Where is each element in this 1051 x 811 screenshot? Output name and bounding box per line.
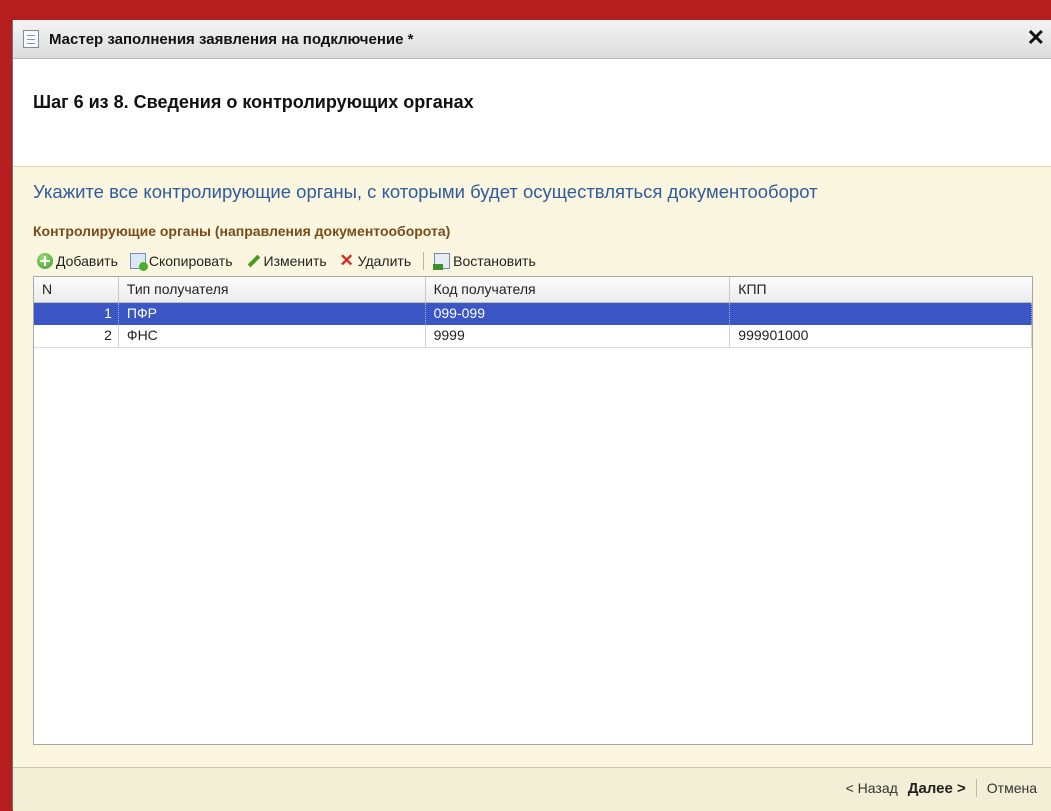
edit-button[interactable]: Изменить (245, 253, 327, 269)
column-header-n[interactable]: N (34, 277, 119, 302)
copy-icon (129, 253, 148, 271)
wizard-content: Укажите все контролирующие органы, с кот… (13, 167, 1051, 811)
instruction-text: Укажите все контролирующие органы, с кот… (33, 181, 818, 202)
group-title: Контролирующие органы (направления докум… (33, 223, 451, 239)
wizard-window: Мастер заполнения заявления на подключен… (12, 20, 1051, 811)
authorities-table[interactable]: N Тип получателя Код получателя КПП 1 ПФ… (33, 276, 1033, 745)
column-header-recipient-type[interactable]: Тип получателя (119, 277, 426, 302)
table-row[interactable]: 1 ПФР 099-099 (34, 303, 1032, 325)
add-icon (37, 253, 53, 269)
back-button[interactable]: < Назад (846, 780, 898, 796)
copy-label: Скопировать (148, 253, 233, 269)
add-label: Добавить (56, 253, 118, 269)
cell-recipient-code: 9999 (426, 325, 731, 347)
table-toolbar: Добавить Скопировать Изменить ✕ Удалить … (37, 247, 548, 275)
cell-recipient-type: ПФР (119, 303, 426, 325)
wizard-footer: < Назад Далее > Отмена (13, 767, 1051, 811)
toolbar-separator (423, 252, 425, 270)
window-title: Мастер заполнения заявления на подключен… (49, 30, 414, 48)
cell-recipient-code: 099-099 (426, 303, 731, 325)
pencil-icon (245, 253, 261, 269)
cell-kpp (730, 303, 1032, 325)
delete-button[interactable]: ✕ Удалить (339, 251, 412, 270)
cell-recipient-type: ФНС (119, 325, 426, 347)
delete-label: Удалить (357, 253, 412, 269)
restore-icon (433, 253, 451, 270)
table-row[interactable]: 2 ФНС 9999 999901000 (34, 325, 1032, 348)
restore-button[interactable]: Востановить (433, 253, 536, 270)
cell-kpp: 999901000 (730, 325, 1032, 347)
cell-n: 1 (34, 303, 119, 325)
table-header: N Тип получателя Код получателя КПП (34, 277, 1032, 303)
cell-n: 2 (34, 325, 119, 347)
edit-label: Изменить (263, 253, 327, 269)
title-bar: Мастер заполнения заявления на подключен… (13, 20, 1051, 59)
cancel-button[interactable]: Отмена (987, 780, 1037, 796)
wizard-header: Шаг 6 из 8. Сведения о контролирующих ор… (13, 59, 1051, 167)
restore-label: Востановить (453, 253, 536, 269)
column-header-kpp[interactable]: КПП (730, 277, 1032, 302)
delete-x-icon: ✕ (339, 251, 354, 270)
column-header-recipient-code[interactable]: Код получателя (426, 277, 731, 302)
close-button[interactable]: ✕ (1027, 26, 1045, 50)
add-button[interactable]: Добавить (37, 253, 118, 269)
document-icon (23, 30, 39, 48)
step-title: Шаг 6 из 8. Сведения о контролирующих ор… (33, 92, 474, 112)
footer-separator (975, 779, 977, 797)
next-button[interactable]: Далее > (908, 780, 966, 797)
copy-button[interactable]: Скопировать (129, 253, 233, 271)
